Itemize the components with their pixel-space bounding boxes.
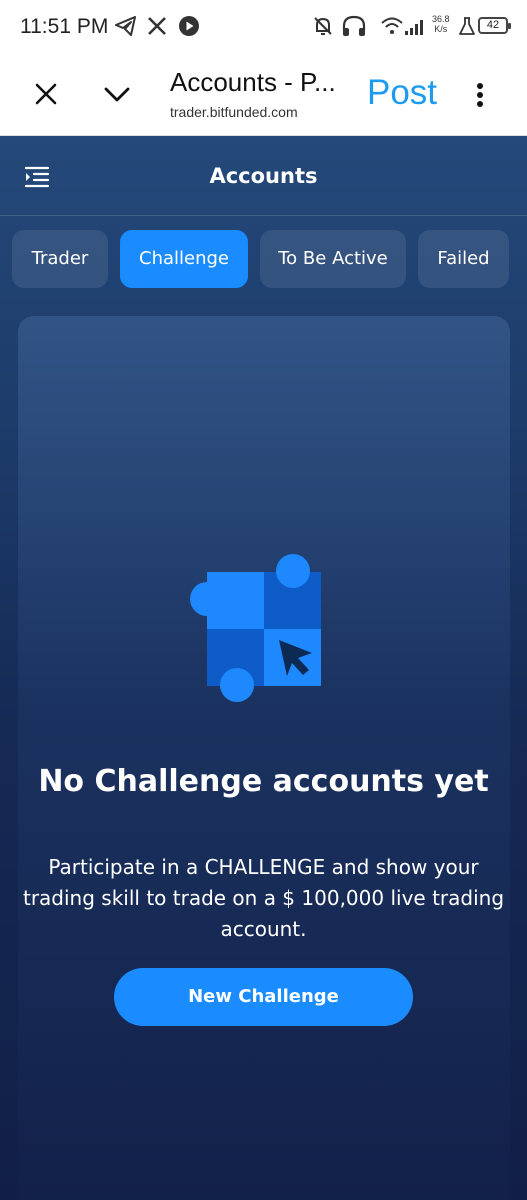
- page-url: trader.bitfunded.com: [170, 104, 298, 120]
- status-time: 11:51 PM: [20, 15, 109, 38]
- wifi-icon: [381, 16, 403, 40]
- mute-bell-icon: [312, 15, 334, 41]
- new-challenge-button[interactable]: New Challenge: [114, 968, 413, 1026]
- x-logo-icon: [147, 16, 167, 40]
- tab-challenge[interactable]: Challenge: [120, 230, 248, 288]
- flask-icon: [459, 16, 475, 40]
- tab-to-be-active[interactable]: To Be Active: [260, 230, 406, 288]
- status-bar: 11:51 PM 36.8 K/s 42: [0, 0, 527, 56]
- telegram-icon: [115, 16, 137, 40]
- network-speed: 36.8 K/s: [432, 14, 450, 34]
- browser-toolbar: Accounts - P... trader.bitfunded.com Pos…: [0, 56, 527, 136]
- tab-trader[interactable]: Trader: [12, 230, 108, 288]
- tab-failed[interactable]: Failed: [418, 230, 509, 288]
- post-button[interactable]: Post: [367, 73, 437, 113]
- empty-state-description: Participate in a CHALLENGE and show your…: [22, 855, 505, 941]
- close-icon[interactable]: [34, 82, 58, 110]
- page-title: Accounts - P...: [170, 67, 336, 97]
- empty-state-card: [18, 316, 510, 1200]
- signal-bars-icon: [404, 18, 426, 40]
- app-screen: Accounts Trader Challenge To Be Active F…: [0, 136, 527, 1200]
- more-vertical-icon[interactable]: [470, 82, 490, 112]
- battery-indicator: 42: [478, 17, 511, 34]
- play-circle-icon: [178, 15, 200, 41]
- app-header: Accounts: [0, 136, 527, 216]
- empty-state-title: No Challenge accounts yet: [38, 764, 489, 799]
- headphones-icon: [341, 14, 367, 42]
- chevron-down-icon[interactable]: [103, 82, 131, 110]
- account-tabs: Trader Challenge To Be Active Failed: [0, 230, 527, 288]
- app-title: Accounts: [209, 164, 318, 188]
- challenge-illustration-icon: [188, 552, 324, 708]
